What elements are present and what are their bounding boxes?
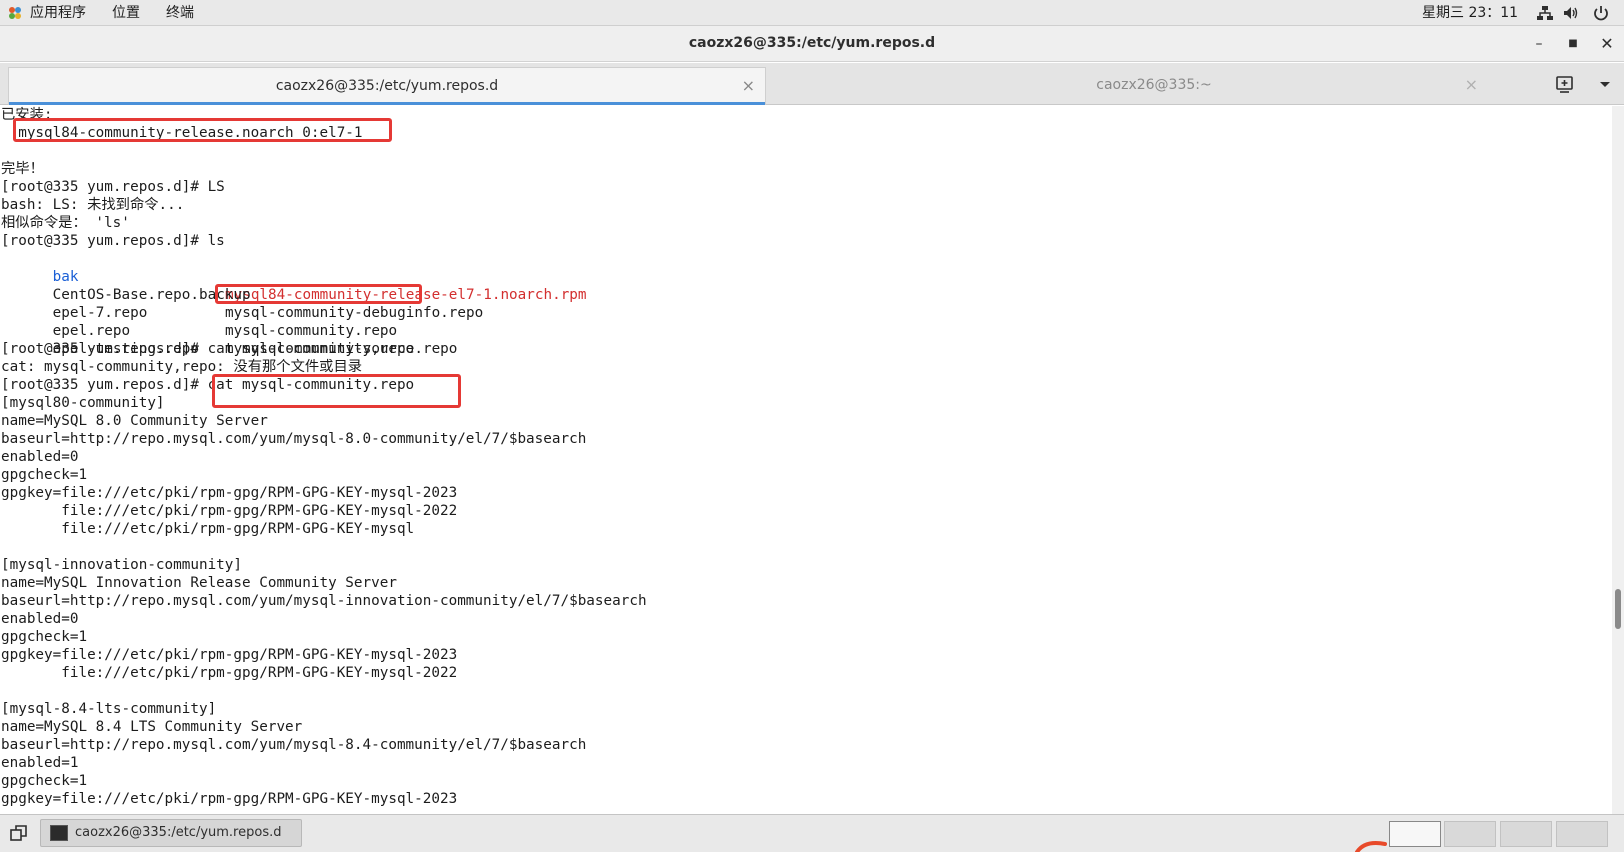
tab-bar: caozx26@335:/etc/yum.repos.d × caozx26@3… (0, 63, 1624, 105)
terminal-line: file:///etc/pki/rpm-gpg/RPM-GPG-KEY-mysq… (1, 521, 415, 537)
close-tab-icon[interactable]: × (742, 68, 755, 104)
minimize-button[interactable]: – (1528, 34, 1550, 54)
tab-home[interactable]: caozx26@335:~ × (770, 67, 1538, 105)
terminal-line: baseurl=http://repo.mysql.com/yum/mysql-… (1, 737, 587, 753)
highlight-cat-command (212, 374, 461, 408)
scrollbar-thumb[interactable] (1615, 589, 1621, 629)
highlight-repo-file (215, 284, 422, 304)
terminal-line: gpgcheck=1 (1, 773, 88, 789)
terminal-line: 相似命令是： 'ls' (1, 215, 130, 231)
terminal-line: gpgkey=file:///etc/pki/rpm-gpg/RPM-GPG-K… (1, 647, 458, 663)
highlight-installed-package (13, 118, 392, 142)
power-icon[interactable] (1592, 4, 1610, 22)
taskbar-item-label: caozx26@335:/etc/yum.repos.d (75, 825, 282, 840)
ls-entry: mysql-community-source.repo (225, 341, 458, 357)
volume-icon[interactable] (1562, 4, 1580, 22)
terminal-line: baseurl=http://repo.mysql.com/yum/mysql-… (1, 593, 647, 609)
show-desktop-icon[interactable] (8, 822, 30, 844)
terminal-line: enabled=0 (1, 449, 79, 465)
annotation-scribble (1355, 841, 1387, 852)
window-title: caozx26@335:/etc/yum.repos.d (688, 35, 936, 51)
terminal-menu[interactable]: 终端 (166, 3, 194, 23)
active-tab-indicator (9, 102, 765, 105)
terminal-line: file:///etc/pki/rpm-gpg/RPM-GPG-KEY-mysq… (1, 665, 458, 681)
terminal-line: [mysql-innovation-community] (1, 557, 243, 573)
top-panel: 应用程序 位置 终端 星期三 23：11 (0, 0, 1624, 26)
terminal-line: file:///etc/pki/rpm-gpg/RPM-GPG-KEY-mysq… (1, 503, 458, 519)
taskbar-terminal-window[interactable]: caozx26@335:/etc/yum.repos.d (40, 819, 302, 847)
chevron-down-icon[interactable] (1594, 73, 1616, 95)
ls-entry: epel-testing.repo (52, 341, 199, 357)
ls-row: epel-testing.repo (1, 322, 647, 357)
terminal-line: enabled=1 (1, 755, 79, 771)
terminal-line: [root@335 yum.repos.d]# LS (1, 179, 225, 195)
terminal-line: gpgcheck=1 (1, 467, 88, 483)
ls-row: epel.repo mysql-community-source.repo (1, 304, 647, 357)
apps-icon[interactable] (7, 5, 23, 21)
workspace-4[interactable] (1556, 821, 1608, 847)
network-icon[interactable] (1536, 4, 1554, 22)
terminal-line: [root@335 yum.repos.d]# ls (1, 233, 225, 249)
terminal-line: gpgkey=file:///etc/pki/rpm-gpg/RPM-GPG-K… (1, 791, 458, 807)
terminal-line: gpgkey=file:///etc/pki/rpm-gpg/RPM-GPG-K… (1, 485, 458, 501)
terminal-line: enabled=0 (1, 611, 79, 627)
terminal-line: bash: LS: 未找到命令... (1, 197, 185, 213)
terminal-line: [mysql-8.4-lts-community] (1, 701, 217, 717)
terminal-line: name=MySQL 8.0 Community Server (1, 413, 268, 429)
terminal-line: 完毕！ (1, 161, 44, 177)
close-tab-icon[interactable]: × (1465, 67, 1478, 103)
clock[interactable]: 星期三 23：11 (1422, 3, 1518, 23)
terminal-line: name=MySQL 8.4 LTS Community Server (1, 719, 303, 735)
tab-label: caozx26@335:~ (1096, 77, 1212, 93)
terminal-line: baseurl=http://repo.mysql.com/yum/mysql-… (1, 431, 587, 447)
tab-label: caozx26@335:/etc/yum.repos.d (275, 78, 499, 94)
window-titlebar[interactable]: caozx26@335:/etc/yum.repos.d – ■ ✕ (0, 26, 1624, 62)
places-menu[interactable]: 位置 (112, 3, 140, 23)
terminal-scrollbar[interactable] (1612, 106, 1624, 814)
close-button[interactable]: ✕ (1596, 34, 1618, 54)
terminal-icon (50, 825, 68, 841)
tab-yum-repos[interactable]: caozx26@335:/etc/yum.repos.d × (8, 67, 766, 105)
workspace-2[interactable] (1444, 821, 1496, 847)
maximize-button[interactable]: ■ (1562, 34, 1584, 54)
terminal-line: name=MySQL Innovation Release Community … (1, 575, 397, 591)
workspace-3[interactable] (1500, 821, 1552, 847)
terminal-output[interactable]: 已安装: mysql84-community-release.noarch 0:… (0, 106, 1612, 814)
applications-menu[interactable]: 应用程序 (30, 3, 86, 23)
new-tab-icon[interactable] (1554, 73, 1576, 95)
terminal-line: gpgcheck=1 (1, 629, 88, 645)
ls-row: bak mysql84-community-release-el7-1.noar… (1, 250, 647, 303)
